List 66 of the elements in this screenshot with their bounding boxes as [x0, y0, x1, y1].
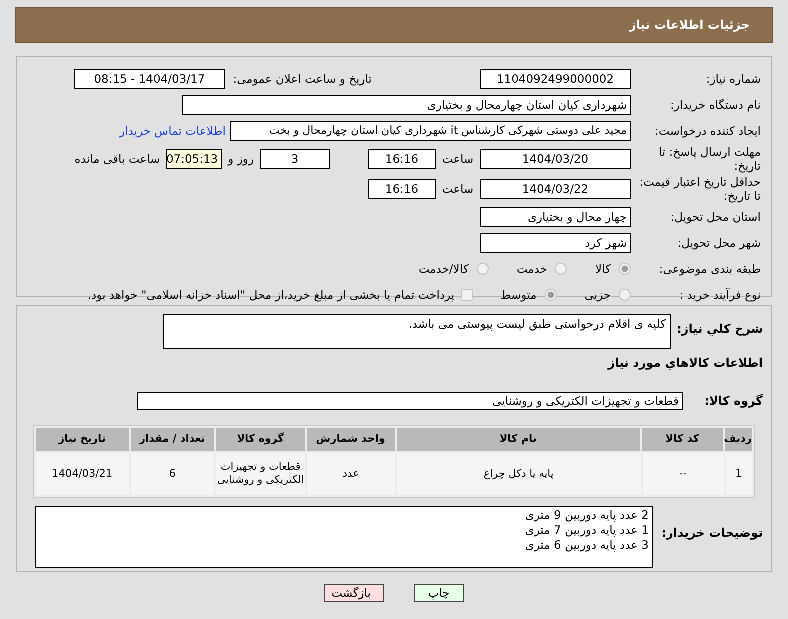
- province-field: چهار محال و بختیاری: [480, 207, 631, 227]
- field-label: شهر محل تحویل:: [676, 236, 762, 250]
- table-cell: 1404/03/21: [36, 453, 129, 495]
- date-field: 1404/03/20: [480, 149, 631, 169]
- radio-button[interactable]: [476, 263, 489, 275]
- field-label: شماره نیاز:: [705, 72, 762, 86]
- action-button[interactable]: چاپ: [414, 584, 464, 602]
- checkbox-label: پرداخت تمام یا بخشی از مبلغ خرید،از محل "اسناد خزانه اسلامی" خواهد بود.: [88, 288, 455, 302]
- time-label: ساعت: [441, 152, 475, 166]
- description-textarea[interactable]: کلیه ی اقلام درخواستی طبق لیست پیوستی می باشد.: [163, 314, 671, 349]
- page-title: جزئیات اطلاعات نیاز: [629, 18, 750, 32]
- column-header: گروه کالا: [216, 428, 305, 451]
- radio-label: متوسط: [500, 288, 537, 302]
- radio-label: خدمت: [516, 262, 548, 276]
- radio-label: کالا/خدمت: [418, 262, 469, 276]
- days-field: 3: [260, 149, 330, 169]
- column-header: ردیف: [725, 428, 752, 451]
- days-label: روز و: [226, 152, 255, 166]
- field-label: حداقل تاریخ اعتبار قیمت: تا تاریخ:: [638, 175, 762, 203]
- radio-button[interactable]: [555, 263, 568, 275]
- table-cell: عدد: [307, 453, 395, 495]
- radio-button[interactable]: [619, 263, 631, 275]
- field-label: توضیحات خریدار:: [660, 525, 764, 540]
- checkbox[interactable]: [460, 289, 473, 301]
- creator-field: مجید علی دوستی شهرکی کارشناس it شهرداری کیان استان چهارمحال و بخت: [230, 121, 631, 141]
- radio-label: جزیی: [584, 288, 611, 302]
- buyer-org-field: شهرداری کیان استان چهارمحال و بختیاری: [182, 95, 631, 115]
- contact-link[interactable]: اطلاعات تماس خریدار: [119, 124, 230, 138]
- date-field: 1404/03/22: [480, 179, 631, 199]
- field-label: گروه کالا:: [704, 394, 764, 408]
- table-cell: --: [642, 453, 724, 495]
- table-cell: پایه یا دکل چراغ: [396, 453, 641, 495]
- radio-button[interactable]: [544, 289, 557, 301]
- field-label: ایجاد کننده درخواست:: [654, 124, 762, 138]
- column-header: تاریخ نیاز: [36, 428, 129, 451]
- city-field: شهر کرد: [480, 233, 631, 253]
- remaining-label: ساعت باقی مانده: [74, 152, 162, 166]
- announce-date-field: 1404/03/17 - 08:15: [74, 69, 226, 89]
- table-cell: 6: [130, 453, 214, 495]
- field-label: استان محل تحویل:: [670, 210, 762, 224]
- buyer-notes-textarea[interactable]: 2 عدد پایه دوربین 9 متری 1 عدد پایه دوربین 7 متری 3 عدد پایه دوربین 6 متری: [35, 506, 653, 568]
- table-cell: 1: [726, 453, 752, 495]
- field-label: مهلت ارسال پاسخ: تا تاریخ:: [658, 145, 762, 173]
- action-button[interactable]: بازگشت: [324, 584, 384, 602]
- field-label: نوع فرآیند خرید :: [678, 288, 762, 302]
- note-line: 3 عدد پایه دوربین 6 متری: [524, 538, 649, 553]
- field-label: شرح کلي نياز:: [676, 321, 764, 336]
- remaining-time-field: 07:05:13: [166, 149, 222, 169]
- note-line: 2 عدد پایه دوربین 9 متری: [524, 508, 649, 523]
- note-line: 1 عدد پایه دوربین 7 متری: [524, 523, 649, 538]
- column-header: واحد شمارش: [306, 428, 395, 451]
- table-cell: قطعات و تجهیزات الکتریکی و روشنایی: [216, 453, 306, 495]
- field-label: طبقه بندی موضوعی:: [658, 262, 762, 276]
- goods-group-field: قطعات و تجهیزات الکتریکی و روشنایی: [137, 392, 683, 410]
- time-field: 16:16: [368, 149, 436, 169]
- column-header: تعداد / مقدار: [130, 428, 214, 451]
- section-heading: اطلاعات کالاهاي مورد نياز: [608, 356, 764, 370]
- field-label: نام دستگاه خریدار:: [669, 98, 762, 112]
- radio-button[interactable]: [619, 289, 631, 301]
- need-number-field: 1104092499000002: [480, 69, 631, 89]
- time-field: 16:16: [368, 179, 436, 199]
- field-label: تاریخ و ساعت اعلان عمومی:: [232, 72, 373, 86]
- time-label: ساعت: [441, 182, 475, 196]
- column-header: نام کالا: [396, 428, 640, 451]
- column-header: کد کالا: [642, 428, 723, 451]
- radio-label: کالا: [595, 262, 611, 276]
